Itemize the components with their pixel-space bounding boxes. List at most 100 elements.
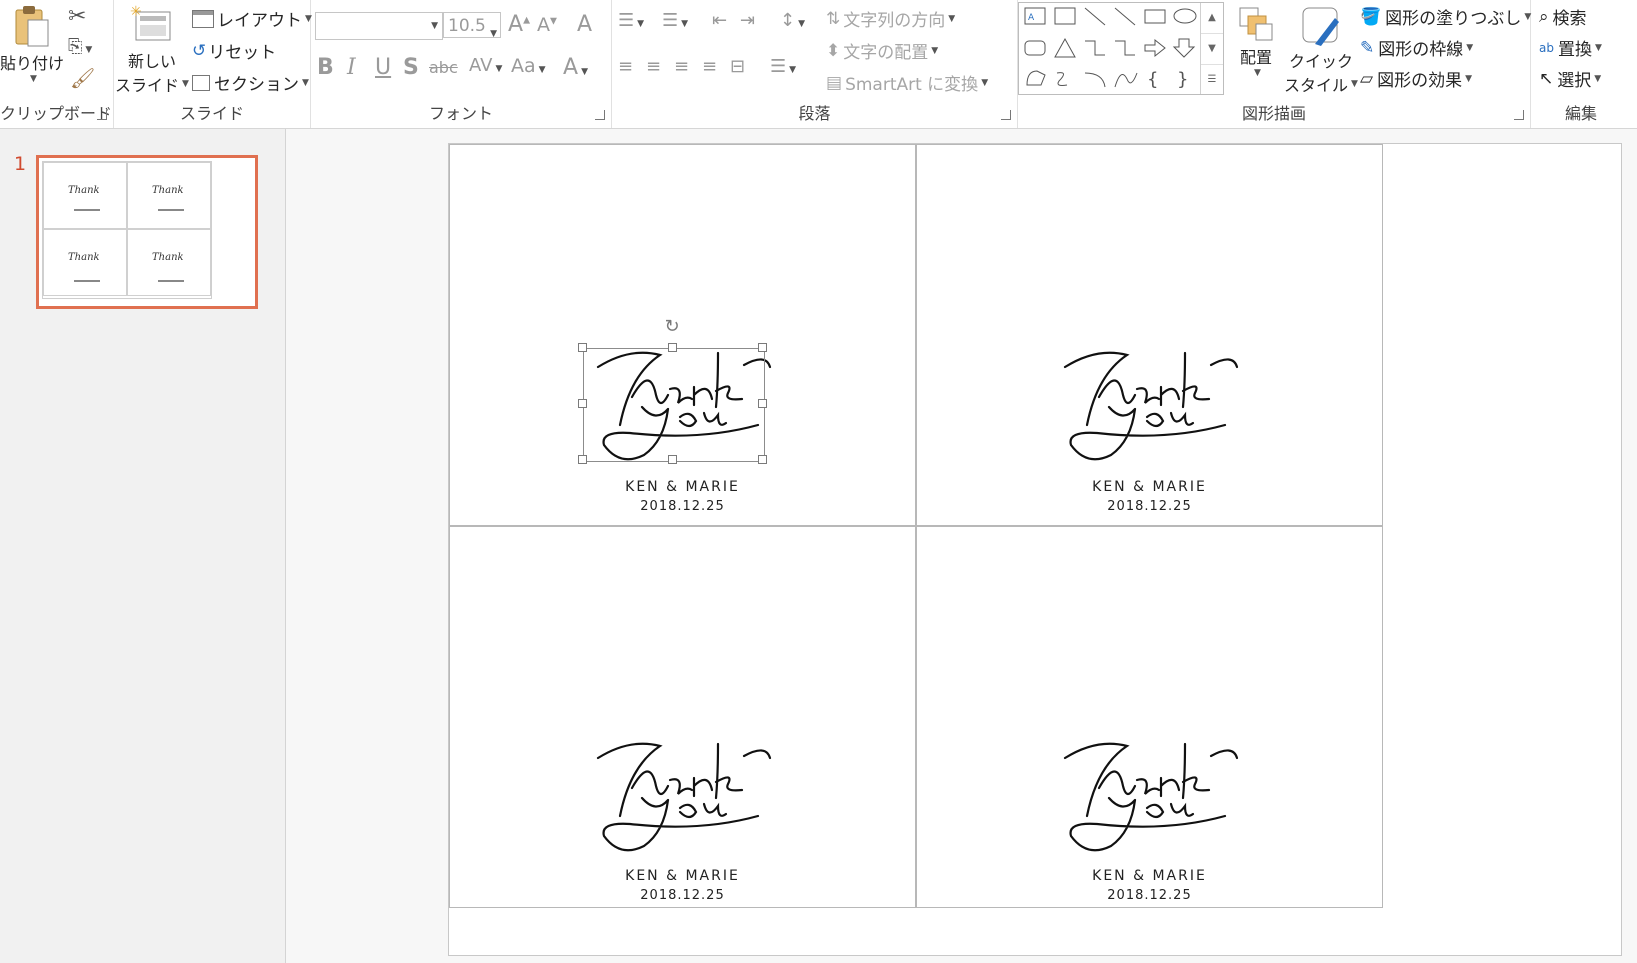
thumbnail-card: Thank: [43, 229, 127, 296]
paragraph-launcher[interactable]: [1001, 110, 1011, 120]
align-text-icon: ⬍: [826, 40, 841, 61]
shrink-font-icon: A▼: [537, 14, 557, 36]
resize-handle-s[interactable]: [668, 455, 677, 464]
text-direction-label: 文字列の方向: [843, 11, 946, 31]
resize-handle-nw[interactable]: [578, 343, 587, 352]
numbering-button[interactable]: ☰ ▼: [662, 10, 688, 31]
shrink-font-button[interactable]: A▼: [537, 14, 557, 36]
underline-button[interactable]: U: [375, 55, 391, 80]
distribute-button[interactable]: ⊟: [730, 56, 745, 77]
cut-button[interactable]: ✂: [68, 4, 86, 29]
svg-text:A: A: [1028, 13, 1035, 23]
select-label: 選択: [1557, 71, 1592, 91]
strikethrough-button[interactable]: abc: [429, 58, 458, 77]
change-case-button[interactable]: Aa ▼: [511, 55, 546, 77]
card-bottom-right[interactable]: KEN & MARIE 2018.12.25: [916, 526, 1383, 908]
shape-effects-button[interactable]: ▱ 図形の効果 ▼: [1360, 66, 1472, 92]
text-direction-icon: ⇅: [826, 8, 841, 29]
find-button[interactable]: ⌕ 検索: [1539, 4, 1587, 30]
clear-format-button[interactable]: A: [577, 12, 592, 37]
shapes-gallery-icons: A { }: [1024, 7, 1197, 90]
cursor-arrow-icon: ↖: [1539, 68, 1554, 89]
change-case-icon: Aa: [511, 55, 536, 77]
shape-effects-icon: ▱: [1360, 68, 1374, 89]
text-direction-button[interactable]: ⇅ 文字列の方向 ▼: [826, 6, 955, 32]
numbering-icon: ☰: [662, 10, 679, 31]
new-slide-button[interactable]: ✳ 新しい スライド ▼: [115, 4, 189, 96]
font-size-box[interactable]: 10.5 ▼: [443, 12, 501, 39]
reset-label: リセット: [208, 43, 277, 63]
align-center-button[interactable]: ≡: [646, 56, 661, 77]
columns-button[interactable]: ☰ ▼: [770, 56, 796, 77]
gallery-more-icon[interactable]: ☰: [1201, 65, 1223, 95]
resize-handle-se[interactable]: [758, 455, 767, 464]
char-spacing-button[interactable]: AV ▼: [469, 55, 502, 76]
resize-handle-e[interactable]: [758, 399, 767, 408]
scissors-icon: ✂: [68, 4, 87, 29]
slides-group: ✳ 新しい スライド ▼ レイアウト ▼ ↺ リセット セクション ▼ スライド: [114, 0, 312, 128]
smartart-button[interactable]: ▤ SmartArt に変換 ▼: [826, 70, 988, 96]
gallery-scroll-down-icon[interactable]: ▼: [1201, 34, 1223, 65]
align-text-button[interactable]: ⬍ 文字の配置 ▼: [826, 38, 938, 64]
clipboard-launcher[interactable]: [97, 110, 107, 120]
drawing-launcher[interactable]: [1514, 110, 1524, 120]
bold-button[interactable]: B: [317, 55, 334, 80]
font-color-button[interactable]: A ▼: [563, 55, 588, 80]
copy-icon: ⎘: [68, 36, 83, 57]
format-painter-button[interactable]: 🖌: [70, 66, 95, 90]
shape-outline-button[interactable]: ✎ 図形の枠線 ▼: [1360, 35, 1473, 61]
thumbnail-card: Thank: [127, 229, 211, 296]
gallery-scroll[interactable]: ▲ ▼ ☰: [1200, 3, 1223, 94]
justify-button[interactable]: ≡: [702, 56, 717, 77]
slide-thumbnail-1[interactable]: Thank Thank Thank Thank: [36, 155, 258, 309]
resize-handle-w[interactable]: [578, 399, 587, 408]
layout-label: レイアウト: [217, 11, 302, 31]
increase-indent-button[interactable]: ⇥: [740, 10, 755, 31]
editing-group: ⌕ 検索 ab 置換 ▼ ↖ 選択 ▼ 編集: [1531, 0, 1631, 128]
bullets-button[interactable]: ☰ ▼: [618, 10, 644, 31]
resize-handle-n[interactable]: [668, 343, 677, 352]
shapes-gallery[interactable]: A { } ▲ ▼ ☰: [1018, 2, 1224, 95]
decrease-indent-icon: ⇤: [712, 10, 728, 31]
align-right-button[interactable]: ≡: [674, 56, 689, 77]
grow-font-button[interactable]: A▲: [508, 12, 530, 37]
rotate-handle-icon[interactable]: ↻: [662, 317, 682, 337]
couple-names: KEN & MARIE: [625, 868, 740, 884]
thank-you-script-logo: [1063, 351, 1239, 461]
reset-button[interactable]: ↺ リセット: [192, 38, 277, 64]
shape-fill-button[interactable]: 🪣 図形の塗りつぶし ▼: [1360, 4, 1531, 30]
italic-button[interactable]: I: [347, 55, 356, 80]
font-group: ▼ 10.5 ▼ A▲ A▼ A B I U S abc AV ▼ Aa ▼ A ▼ …: [311, 0, 612, 128]
gallery-scroll-up-icon[interactable]: ▲: [1201, 3, 1223, 34]
editing-group-label: 編集: [1564, 104, 1597, 123]
select-button[interactable]: ↖ 選択 ▼: [1539, 66, 1601, 92]
align-left-button[interactable]: ≡: [618, 56, 633, 77]
wedding-date: 2018.12.25: [1107, 499, 1192, 514]
replace-button[interactable]: ab 置換 ▼: [1539, 35, 1602, 60]
resize-handle-sw[interactable]: [578, 455, 587, 464]
selected-image-bounding-box[interactable]: [583, 348, 765, 462]
card-top-left[interactable]: ↻ KEN & MARIE 2018.12.25: [449, 144, 916, 526]
font-launcher[interactable]: [595, 110, 605, 120]
font-name-box[interactable]: ▼: [315, 12, 443, 40]
layout-button[interactable]: レイアウト ▼: [192, 6, 312, 31]
arrange-button[interactable]: 配置 ▼: [1230, 4, 1282, 78]
card-bottom-left[interactable]: KEN & MARIE 2018.12.25: [449, 526, 916, 908]
paste-button[interactable]: 貼り付け ▼: [0, 4, 64, 84]
resize-handle-ne[interactable]: [758, 343, 767, 352]
copy-button[interactable]: ⎘ ▼: [68, 36, 92, 57]
new-slide-label-2: スライド: [115, 76, 180, 95]
quick-style-button[interactable]: クイック スタイル ▼: [1284, 4, 1358, 96]
shadow-button[interactable]: S: [403, 55, 419, 80]
card-top-right[interactable]: KEN & MARIE 2018.12.25: [916, 144, 1383, 526]
line-spacing-button[interactable]: ↕ ▼: [780, 10, 805, 31]
underline-icon: U: [375, 55, 392, 80]
replace-icon: ab: [1539, 40, 1554, 55]
align-right-icon: ≡: [674, 56, 690, 77]
slide-canvas[interactable]: ↻ KEN & MARIE 2018.12.25 KEN & MARIE 201…: [448, 143, 1622, 956]
couple-names: KEN & MARIE: [625, 479, 740, 495]
section-button[interactable]: セクション ▼: [192, 70, 309, 95]
decrease-indent-button[interactable]: ⇤: [712, 10, 727, 31]
shape-fill-label: 図形の塗りつぶし: [1385, 9, 1522, 29]
thumbnail-slide-preview: Thank Thank Thank Thank: [42, 161, 212, 299]
